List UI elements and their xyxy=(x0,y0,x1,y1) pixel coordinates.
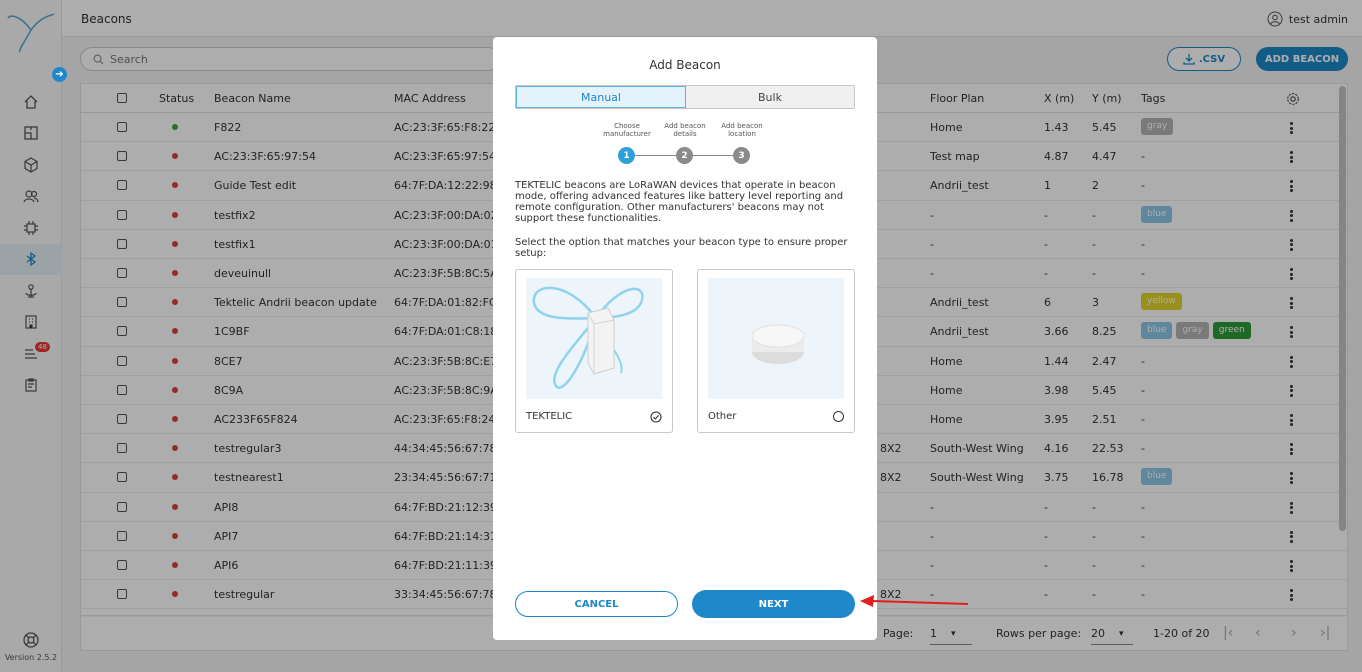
step-1-circle: 1 xyxy=(618,147,635,164)
app-root: ➔ 48 Version 2.5.2 Beacons test admin .C xyxy=(0,0,1362,672)
expand-sidebar-button[interactable]: ➔ xyxy=(52,67,67,82)
tektelic-device-icon xyxy=(532,286,644,389)
checked-radio-icon[interactable] xyxy=(650,411,662,423)
other-beacon-image xyxy=(708,278,844,399)
mode-toggle: Manual Bulk xyxy=(515,85,855,109)
cancel-button[interactable]: CANCEL xyxy=(515,591,678,617)
step-3-circle: 3 xyxy=(733,147,750,164)
step-2-label: Add beacon details xyxy=(664,122,706,138)
annotation-arrow-icon xyxy=(860,595,969,607)
dialog-title: Add Beacon xyxy=(649,58,721,72)
step-connector xyxy=(635,155,677,156)
step-connector xyxy=(692,155,734,156)
add-beacon-dialog: Add Beacon Manual Bulk Choose manufactur… xyxy=(493,37,877,640)
unchecked-radio-icon[interactable] xyxy=(833,411,844,422)
tektelic-beacon-image xyxy=(526,278,662,399)
select-instruction: Select the option that matches your beac… xyxy=(515,237,848,259)
option-card-tektelic[interactable]: TEKTELIC xyxy=(515,269,673,433)
description-text: TEKTELIC beacons are LoRaWAN devices tha… xyxy=(515,180,844,224)
generic-beacon-icon xyxy=(751,324,805,364)
option-label-tektelic: TEKTELIC xyxy=(526,411,573,422)
step-1-label: Choose manufacturer xyxy=(603,122,651,138)
step-3-label: Add beacon location xyxy=(721,122,763,138)
next-button[interactable]: NEXT xyxy=(692,590,855,618)
stepper: Choose manufacturer Add beacon details A… xyxy=(493,122,877,167)
option-label-other: Other xyxy=(708,411,737,422)
tab-manual[interactable]: Manual xyxy=(516,86,686,108)
option-card-other[interactable]: Other xyxy=(697,269,855,433)
step-2-circle: 2 xyxy=(676,147,693,164)
tab-bulk[interactable]: Bulk xyxy=(686,86,854,108)
